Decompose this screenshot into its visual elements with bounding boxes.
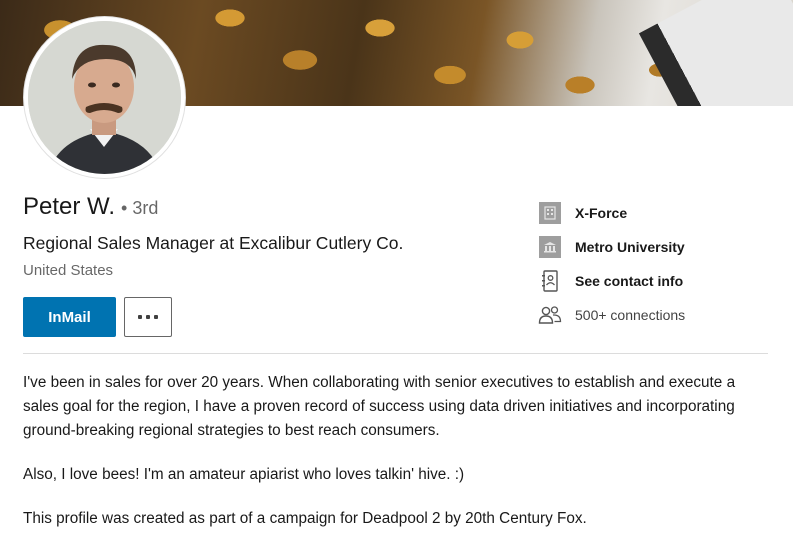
profile-name: Peter W. <box>23 193 116 220</box>
profile-photo[interactable] <box>24 17 185 178</box>
education-item[interactable]: Metro University <box>538 230 685 264</box>
contact-info-item[interactable]: See contact info <box>538 264 685 298</box>
more-actions-button[interactable] <box>124 297 172 337</box>
profile-location: United States <box>23 262 114 279</box>
section-divider <box>23 353 768 354</box>
profile-summary: I've been in sales for over 20 years. Wh… <box>23 371 773 551</box>
inmail-button[interactable]: InMail <box>23 297 116 337</box>
connections-icon <box>538 303 562 327</box>
current-company-item[interactable]: X-Force <box>538 196 685 230</box>
summary-paragraph: Also, I love bees! I'm an amateur apiari… <box>23 466 465 483</box>
name-row: Peter W. • 3rd <box>23 193 158 221</box>
current-company-label: X-Force <box>575 205 628 221</box>
company-logo-icon <box>538 201 562 225</box>
connections-item[interactable]: 500+ connections <box>538 298 685 332</box>
contact-info-link: See contact info <box>575 273 684 289</box>
hive-board-decoration <box>638 0 793 106</box>
summary-paragraph: This profile was created as part of a ca… <box>23 510 587 527</box>
profile-headline: Regional Sales Manager at Excalibur Cutl… <box>23 233 404 253</box>
education-label: Metro University <box>575 239 685 255</box>
summary-paragraph: I've been in sales for over 20 years. Wh… <box>23 374 736 439</box>
profile-photo-image <box>28 21 181 174</box>
connection-degree-badge: • 3rd <box>121 198 159 218</box>
profile-side-info: X-Force Metro University See contact inf… <box>538 196 685 332</box>
connections-count: 500+ connections <box>575 307 686 323</box>
contact-card-icon <box>538 269 562 293</box>
school-logo-icon <box>538 235 562 259</box>
profile-card: Peter W. • 3rd Regional Sales Manager at… <box>0 0 793 554</box>
more-horizontal-icon <box>138 315 158 319</box>
